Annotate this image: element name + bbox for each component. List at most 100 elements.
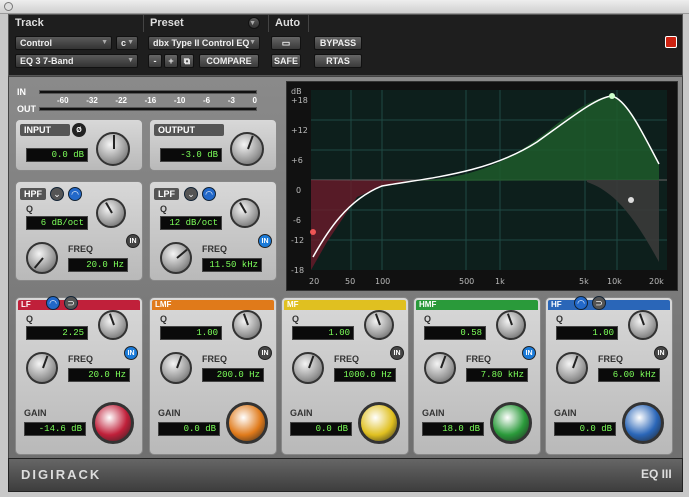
rtas-button[interactable]: RTAS [314,54,362,68]
lf-q-knob[interactable] [98,310,128,340]
eq-graph[interactable]: dB +18 +12 +6 0 -6 -12 -18 20 50 100 500… [286,81,678,291]
close-window-button[interactable] [4,2,13,11]
hmf-in-button[interactable]: IN [522,346,536,360]
hpf-freq-knob[interactable] [26,242,58,274]
hmf-band-label: HMF [416,300,538,310]
hf-peak-icon[interactable]: ⊃ [592,296,606,310]
hmf-q-knob[interactable] [496,310,526,340]
hpf-slope-knob[interactable] [96,198,126,228]
lmf-q-knob[interactable] [232,310,262,340]
hmf-q-display: 0.58 [424,326,486,340]
output-meter [39,107,257,111]
lmf-q-display: 1.00 [160,326,222,340]
mf-in-button[interactable]: IN [390,346,404,360]
lf-freq-label: FREQ [68,354,94,364]
track-selector[interactable]: Control [15,36,112,50]
lf-in-button[interactable]: IN [124,346,138,360]
hf-freq-knob[interactable] [556,352,588,384]
lf-q-label: Q [26,314,34,324]
meter-tick: 0 [252,96,257,105]
graph-x-tick: 500 [459,277,474,286]
hf-in-button[interactable]: IN [654,346,668,360]
hf-q-knob[interactable] [628,310,658,340]
graph-x-tick: 10k [607,277,622,286]
lmf-in-button[interactable]: IN [258,346,272,360]
lf-peak-icon[interactable]: ⊃ [64,296,78,310]
mf-gain-knob[interactable] [358,402,400,444]
lf-shelf-icon[interactable]: ◠ [46,296,60,310]
output-gain-knob[interactable] [230,132,264,166]
hmf-gain-label: GAIN [422,408,445,418]
lmf-band-panel: LMF Q 1.00 FREQ 200.0 Hz IN GAIN 0.0 dB [149,297,277,455]
graph-x-tick: 100 [375,277,390,286]
graph-x-tick: 1k [495,277,505,286]
hf-node [628,197,634,203]
meter-tick: -10 [173,96,186,105]
hpf-freq-label: FREQ [68,244,94,254]
hpf-in-button[interactable]: IN [126,234,140,248]
graph-y-tick: +6 [291,156,303,165]
hmf-freq-display: 7.80 kHz [466,368,528,382]
lmf-q-label: Q [160,314,168,324]
output-label: OUTPUT [154,124,224,136]
lf-band-panel: LF Q 2.25 FREQ 20.0 Hz IN GAIN -14.6 dB … [15,296,143,455]
hf-band-label: HF [548,300,670,310]
lf-freq-knob[interactable] [26,352,58,384]
hpf-slope-icon[interactable]: ⌄ [50,187,64,201]
hf-gain-knob[interactable] [622,402,664,444]
preset-next-button[interactable]: + [164,54,178,68]
lmf-freq-label: FREQ [202,354,228,364]
lpf-freq-label: FREQ [202,244,228,254]
lmf-gain-display: 0.0 dB [158,422,220,436]
hpf-slope-display: 6 dB/oct [26,216,88,230]
hpf-freq-display: 20.0 Hz [68,258,128,272]
lpf-slope-icon[interactable]: ⌄ [184,187,198,201]
copy-icon[interactable]: ⧉ [180,54,194,68]
in-meter-label: IN [17,87,26,97]
mf-gain-label: GAIN [290,408,313,418]
lpf-slope-knob[interactable] [230,198,260,228]
insert-selector[interactable]: EQ 3 7-Band [15,54,138,68]
preset-prev-button[interactable]: - [148,54,162,68]
auto-header: Auto [269,15,309,32]
lf-band-label: LF [18,300,140,310]
hmf-gain-knob[interactable] [490,402,532,444]
phase-invert-button[interactable]: Ø [72,123,86,137]
lpf-freq-knob[interactable] [160,242,192,274]
graph-x-tick: 20k [649,277,664,286]
lpf-curve-icon[interactable]: ◠ [202,187,216,201]
compare-button[interactable]: COMPARE [199,54,259,68]
lmf-freq-knob[interactable] [160,352,192,384]
lmf-gain-knob[interactable] [226,402,268,444]
safe-button[interactable]: SAFE [271,54,301,68]
mf-q-knob[interactable] [364,310,394,340]
window-titlebar [0,0,689,14]
hf-shelf-icon[interactable]: ◠ [574,296,588,310]
stop-icon[interactable] [665,36,677,48]
preset-menu-button[interactable] [248,17,260,30]
hmf-freq-knob[interactable] [424,352,456,384]
window-icon[interactable]: ▭ [271,36,301,50]
hf-freq-display: 6.00 kHz [598,368,660,382]
hf-gain-display: 0.0 dB [554,422,616,436]
hf-freq-label: FREQ [598,354,624,364]
preset-selector[interactable]: dbx Type II Control EQ [148,36,260,50]
graph-y-tick: +12 [291,126,308,135]
lf-q-display: 2.25 [26,326,88,340]
lpf-q-label: Q [160,204,168,214]
hpf-label: HPF [20,188,46,200]
lpf-in-button[interactable]: IN [258,234,272,248]
lmf-freq-display: 200.0 Hz [202,368,264,382]
input-gain-knob[interactable] [96,132,130,166]
hpf-curve-icon[interactable]: ◠ [68,187,82,201]
plugin-body: IN OUT -60 -32 -22 -16 -10 -6 -3 0 INPUT… [8,76,683,492]
lf-gain-knob[interactable] [92,402,134,444]
lf-gain-label: GAIN [24,408,47,418]
plugin-footer: DIGIRACK EQ III [8,458,683,492]
graph-y-tick: +18 [291,96,308,105]
channel-selector[interactable]: c [116,36,138,50]
bypass-button[interactable]: BYPASS [314,36,362,50]
mf-freq-knob[interactable] [292,352,324,384]
meter-tick: -16 [144,96,157,105]
hf-q-label: Q [556,314,564,324]
